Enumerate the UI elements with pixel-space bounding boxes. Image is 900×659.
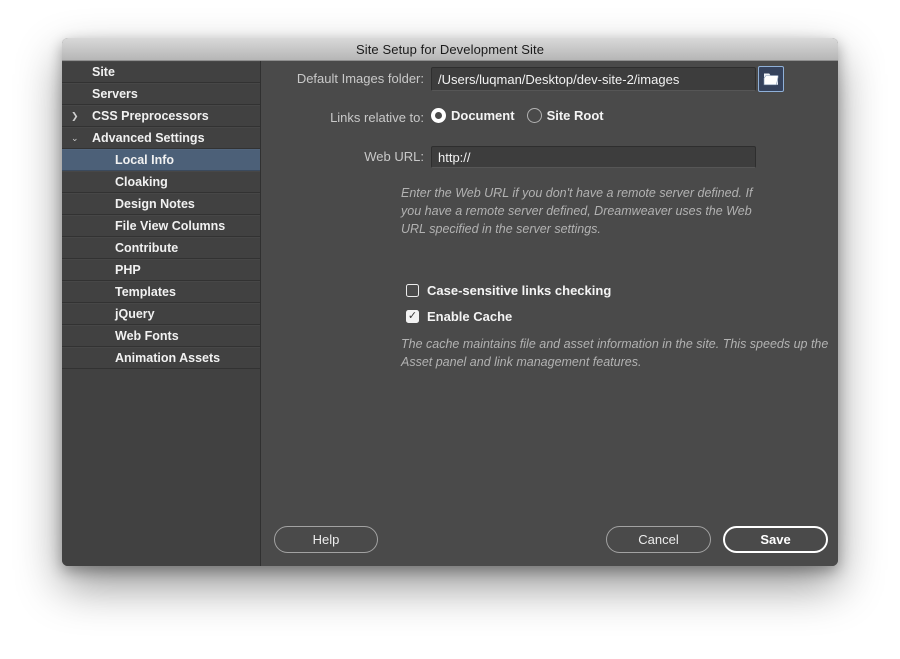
sidebar-item-label: Contribute: [115, 241, 178, 255]
save-button[interactable]: Save: [723, 526, 828, 553]
links-relative-label: Links relative to:: [261, 106, 424, 130]
page-background: Site Setup for Development Site Site Serv…: [0, 0, 900, 659]
checkbox-checked-icon: ✓: [406, 310, 419, 323]
radio-option-site-root[interactable]: Site Root: [527, 108, 604, 123]
sidebar-item-label: File View Columns: [115, 219, 225, 233]
settings-category-sidebar: Site Servers ❯ CSS Preprocessors ⌄ Advanced S…: [62, 61, 261, 566]
cache-help-note: The cache maintains file and asset infor…: [401, 336, 833, 372]
cancel-button[interactable]: Cancel: [606, 526, 711, 553]
sidebar-item-label: Design Notes: [115, 197, 195, 211]
local-info-panel: Default Images folder: Links relative to…: [261, 61, 838, 566]
web-url-input[interactable]: [431, 146, 756, 168]
sidebar-item-label: Servers: [92, 87, 138, 101]
sidebar-item-label: Advanced Settings: [92, 131, 205, 145]
sidebar-item-label: Cloaking: [115, 175, 168, 189]
sidebar-item-label: Web Fonts: [115, 329, 179, 343]
web-url-label: Web URL:: [261, 145, 424, 169]
site-setup-dialog: Site Setup for Development Site Site Serv…: [62, 38, 838, 566]
sidebar-item-label: Animation Assets: [115, 351, 220, 365]
chevron-down-icon[interactable]: ⌄: [71, 128, 87, 148]
radio-document-icon: [431, 108, 446, 123]
sidebar-item-label: Templates: [115, 285, 176, 299]
radio-site-root-label: Site Root: [547, 108, 604, 123]
folder-icon: [763, 72, 779, 86]
sidebar-item-label: Local Info: [115, 153, 174, 167]
checkbox-label: Case-sensitive links checking: [427, 283, 611, 298]
checkbox-case-sensitive-links-checking[interactable]: Case-sensitive links checking: [406, 283, 611, 298]
sidebar-item-css-preprocessors[interactable]: ❯ CSS Preprocessors: [62, 105, 260, 127]
chevron-right-icon[interactable]: ❯: [71, 106, 87, 126]
sidebar-item-animation-assets[interactable]: Animation Assets: [62, 347, 260, 369]
help-button[interactable]: Help: [274, 526, 378, 553]
sidebar-item-file-view-columns[interactable]: File View Columns: [62, 215, 260, 237]
sidebar-item-label: jQuery: [115, 307, 155, 321]
dialog-title: Site Setup for Development Site: [356, 42, 544, 57]
radio-document-label: Document: [451, 108, 515, 123]
checkbox-enable-cache[interactable]: ✓ Enable Cache: [406, 309, 611, 324]
sidebar-item-web-fonts[interactable]: Web Fonts: [62, 325, 260, 347]
sidebar-item-servers[interactable]: Servers: [62, 83, 260, 105]
sidebar-item-contribute[interactable]: Contribute: [62, 237, 260, 259]
browse-folder-button[interactable]: [758, 66, 784, 92]
sidebar-item-label: CSS Preprocessors: [92, 109, 209, 123]
web-url-help-note: Enter the Web URL if you don't have a re…: [401, 185, 756, 238]
dialog-titlebar[interactable]: Site Setup for Development Site: [62, 38, 838, 61]
sidebar-item-design-notes[interactable]: Design Notes: [62, 193, 260, 215]
radio-option-document[interactable]: Document: [431, 108, 515, 123]
checkbox-unchecked-icon: [406, 284, 419, 297]
default-images-folder-input[interactable]: [431, 67, 756, 91]
sidebar-item-advanced-settings[interactable]: ⌄ Advanced Settings: [62, 127, 260, 149]
sidebar-item-site[interactable]: Site: [62, 61, 260, 83]
checkbox-list: Case-sensitive links checking ✓ Enable Cac…: [406, 283, 611, 335]
radio-site-root-icon: [527, 108, 542, 123]
checkbox-label: Enable Cache: [427, 309, 512, 324]
sidebar-item-templates[interactable]: Templates: [62, 281, 260, 303]
sidebar-item-cloaking[interactable]: Cloaking: [62, 171, 260, 193]
links-relative-radio-group: Document Site Root: [431, 108, 604, 123]
sidebar-item-local-info[interactable]: Local Info: [62, 149, 260, 171]
sidebar-item-jquery[interactable]: jQuery: [62, 303, 260, 325]
sidebar-item-php[interactable]: PHP: [62, 259, 260, 281]
default-images-folder-label: Default Images folder:: [261, 67, 424, 91]
sidebar-item-label: PHP: [115, 263, 141, 277]
sidebar-item-label: Site: [92, 65, 115, 79]
